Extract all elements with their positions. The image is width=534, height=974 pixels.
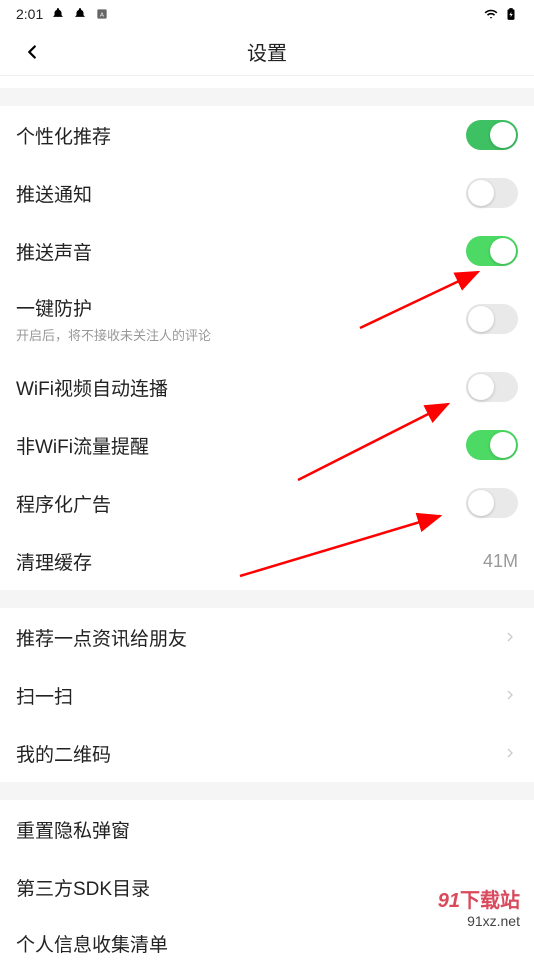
battery-icon [504, 7, 518, 21]
header: 设置 [0, 28, 534, 76]
notification-icon [51, 7, 65, 21]
row-personalized-recommendations[interactable]: 个性化推荐 [0, 106, 534, 164]
row-label: 推送声音 [16, 238, 92, 265]
app-badge-icon: A [95, 7, 109, 21]
toggle-programmatic-ads[interactable] [466, 488, 518, 518]
row-label: 推送通知 [16, 180, 92, 207]
settings-section-2: 推荐一点资讯给朋友 扫一扫 我的二维码 [0, 608, 534, 782]
status-time: 2:01 [16, 6, 43, 22]
row-label: 清理缓存 [16, 548, 92, 575]
row-label: 重置隐私弹窗 [16, 816, 130, 843]
row-label: 第三方SDK目录 [16, 874, 150, 901]
toggle-wifi-autoplay[interactable] [466, 372, 518, 402]
row-sublabel: 开启后，将不接收未关注人的评论 [16, 325, 211, 344]
gap [0, 782, 534, 800]
row-push-sound[interactable]: 推送声音 [0, 222, 534, 280]
row-label: 个性化推荐 [16, 122, 111, 149]
row-label: 我的二维码 [16, 740, 111, 767]
row-label: WiFi视频自动连播 [16, 374, 168, 401]
gap [0, 88, 534, 106]
row-recommend-to-friend[interactable]: 推荐一点资讯给朋友 [0, 608, 534, 666]
toggle-nonwifi-alert[interactable] [466, 430, 518, 460]
toggle-push-notifications[interactable] [466, 178, 518, 208]
chevron-right-icon [502, 687, 518, 703]
row-programmatic-ads[interactable]: 程序化广告 [0, 474, 534, 532]
row-scan[interactable]: 扫一扫 [0, 666, 534, 724]
cache-size: 41M [483, 551, 518, 572]
row-label: 非WiFi流量提醒 [16, 432, 149, 459]
chevron-right-icon [502, 629, 518, 645]
row-reset-privacy[interactable]: 重置隐私弹窗 [0, 800, 534, 858]
row-label: 程序化广告 [16, 490, 111, 517]
wifi-icon [484, 7, 498, 21]
svg-text:A: A [100, 12, 104, 18]
watermark: 91下载站 91xz.net [438, 889, 520, 930]
row-label: 一键防护 [16, 294, 211, 321]
toggle-push-sound[interactable] [466, 236, 518, 266]
status-bar: 2:01 A [0, 0, 534, 28]
row-label: 个人信息收集清单 [16, 930, 168, 957]
chevron-right-icon [502, 745, 518, 761]
row-label: 推荐一点资讯给朋友 [16, 624, 187, 651]
settings-section-3: 重置隐私弹窗 第三方SDK目录 个人信息收集清单 [0, 800, 534, 974]
toggle-protection[interactable] [466, 304, 518, 334]
settings-section-1: 个性化推荐 推送通知 推送声音 一键防护 开启后，将不接收未关注人的评论 WiF… [0, 106, 534, 590]
status-left: 2:01 A [16, 6, 109, 22]
partial-row: ～～～～～～～～ [0, 76, 534, 88]
row-wifi-autoplay[interactable]: WiFi视频自动连播 [0, 358, 534, 416]
status-right [484, 7, 518, 21]
row-my-qrcode[interactable]: 我的二维码 [0, 724, 534, 782]
gap [0, 590, 534, 608]
row-clear-cache[interactable]: 清理缓存 41M [0, 532, 534, 590]
row-protection[interactable]: 一键防护 开启后，将不接收未关注人的评论 [0, 280, 534, 358]
row-push-notifications[interactable]: 推送通知 [0, 164, 534, 222]
chevron-left-icon [21, 41, 43, 63]
watermark-line1: 91下载站 [438, 889, 520, 913]
toggle-personalized[interactable] [466, 120, 518, 150]
row-nonwifi-alert[interactable]: 非WiFi流量提醒 [0, 416, 534, 474]
back-button[interactable] [12, 32, 52, 72]
page-title: 设置 [0, 37, 534, 66]
notification-icon [73, 7, 87, 21]
watermark-line2: 91xz.net [438, 913, 520, 930]
row-label: 扫一扫 [16, 682, 73, 709]
